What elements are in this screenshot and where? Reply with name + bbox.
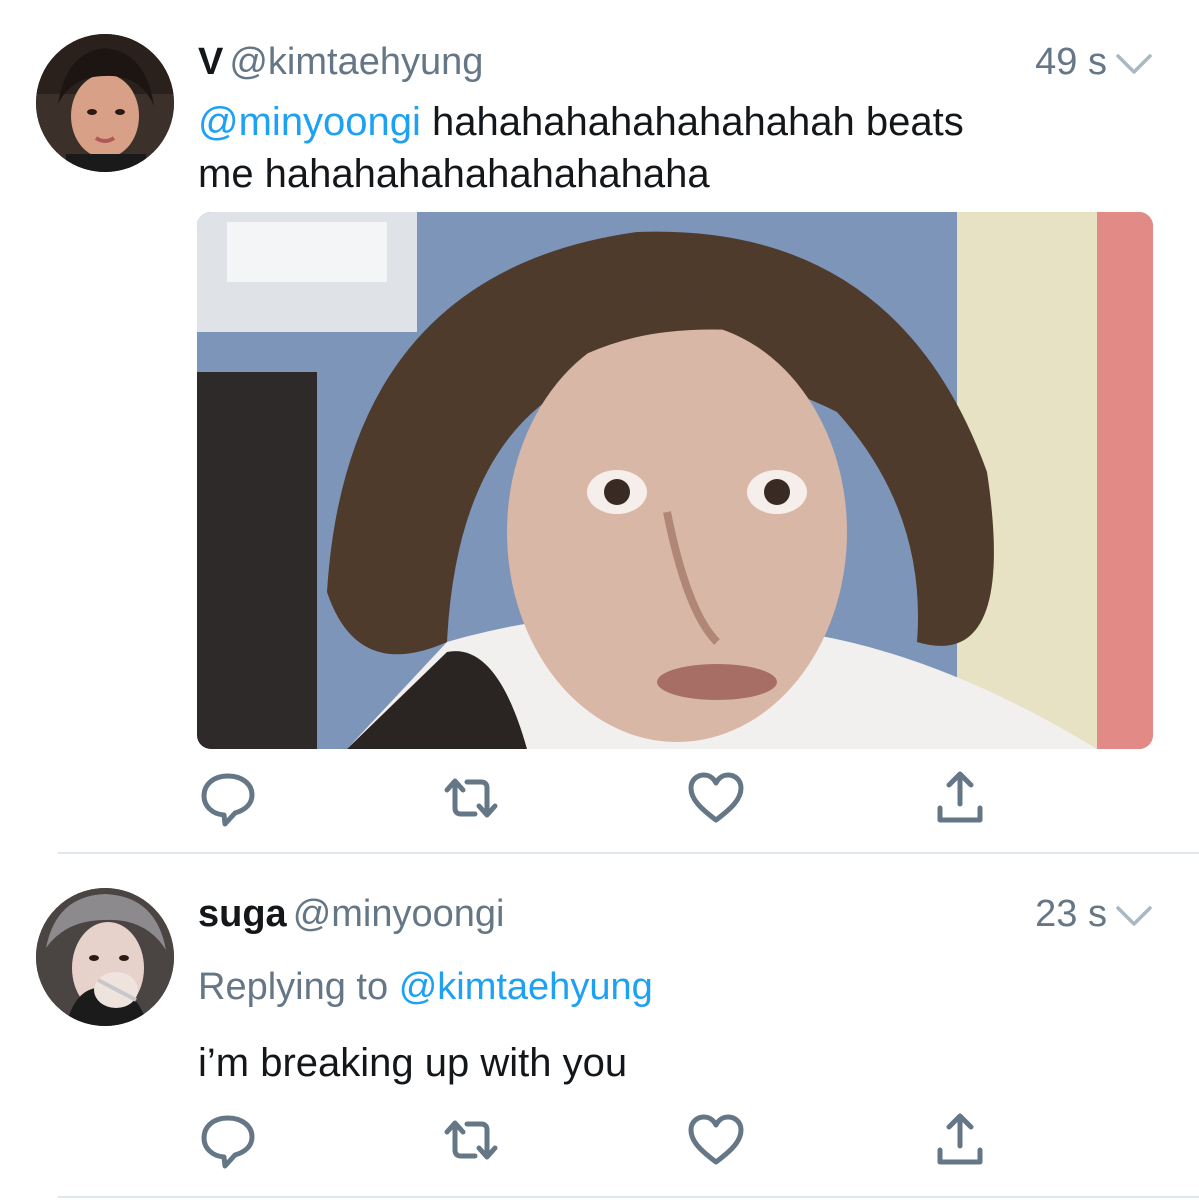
reply-button[interactable] — [198, 1110, 258, 1170]
user-handle[interactable]: @kimtaehyung — [229, 41, 483, 83]
retweet-button[interactable] — [441, 768, 501, 828]
avatar[interactable] — [36, 888, 174, 1026]
tweet-text: i’m breaking up with you — [198, 1037, 1138, 1089]
share-icon — [937, 771, 983, 823]
replying-to-label: Replying to — [198, 966, 389, 1008]
timestamp: 23 s — [1035, 889, 1153, 939]
timestamp: 49 s — [1035, 37, 1153, 87]
tweet-divider — [58, 852, 1199, 854]
chevron-down-icon[interactable] — [1115, 52, 1153, 76]
photo-image — [197, 212, 1153, 749]
retweet-icon — [444, 778, 498, 818]
share-button[interactable] — [930, 768, 990, 828]
like-icon — [688, 1114, 744, 1165]
profile-photo-icon — [36, 888, 174, 1026]
tweet-actions — [198, 768, 998, 828]
avatar[interactable] — [36, 34, 174, 172]
profile-photo-icon — [36, 34, 174, 172]
chevron-down-icon[interactable] — [1115, 904, 1153, 928]
replying-to-mention[interactable]: @kimtaehyung — [399, 966, 653, 1008]
share-icon — [937, 1113, 983, 1165]
retweet-button[interactable] — [441, 1110, 501, 1170]
like-button[interactable] — [686, 1110, 746, 1170]
tweet-text-line2: me hahahahahahahahahaha — [198, 152, 710, 196]
display-name[interactable]: V — [198, 41, 223, 83]
tweet-text-line1: i’m breaking up with you — [198, 1041, 628, 1085]
tweet-header: suga @minyoongi — [198, 889, 505, 939]
tweet-divider — [58, 1196, 1199, 1198]
time-label: 23 s — [1035, 893, 1107, 935]
retweet-icon — [444, 1120, 498, 1160]
tweet-text-line1: hahahahahahahahahah beats — [420, 100, 964, 144]
tweet-header: V @kimtaehyung — [198, 37, 483, 87]
time-label: 49 s — [1035, 41, 1107, 83]
share-button[interactable] — [930, 1110, 990, 1170]
replying-to: Replying to @kimtaehyung — [198, 962, 653, 1012]
reply-button[interactable] — [198, 768, 258, 828]
like-button[interactable] — [686, 768, 746, 828]
display-name[interactable]: suga — [198, 893, 287, 935]
reply-icon — [201, 773, 255, 827]
mention-link[interactable]: @minyoongi — [198, 100, 421, 144]
like-icon — [688, 772, 744, 823]
reply-icon — [201, 1115, 255, 1169]
tweet-actions — [198, 1110, 998, 1170]
user-handle[interactable]: @minyoongi — [293, 893, 505, 935]
tweet-text: @minyoongi hahahahahahahahahah beats me … — [198, 96, 1138, 200]
tweet-media[interactable] — [197, 212, 1153, 749]
